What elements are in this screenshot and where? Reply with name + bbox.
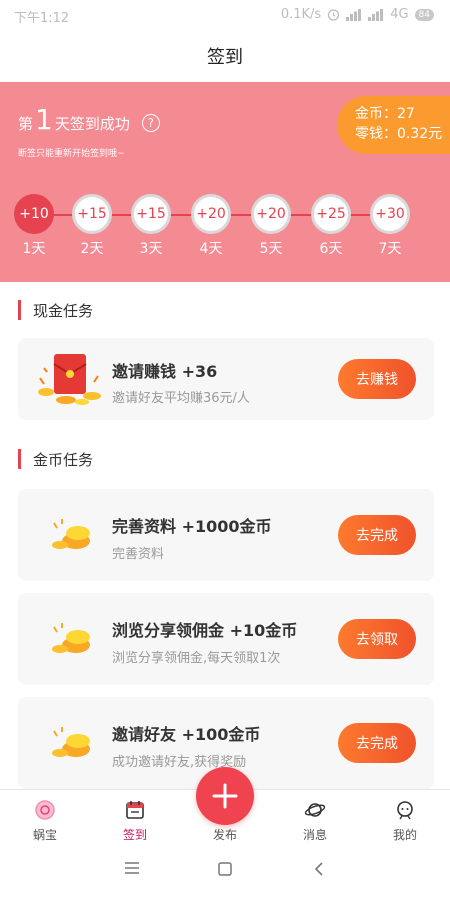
task-card-complete-profile: 完善资料 +1000金币 完善资料 去完成 <box>18 489 434 581</box>
gold-coins-icon <box>52 623 90 653</box>
task-title: 完善资料 +1000金币 <box>112 517 272 536</box>
day-bonus-circle: +20 <box>191 194 231 234</box>
section-title: 现金任务 <box>33 301 94 320</box>
task-subtitle: 完善资料 <box>112 547 165 562</box>
day-bonus-circle: +20 <box>251 194 291 234</box>
streak-days: 1 <box>35 103 53 136</box>
signal-icon <box>346 8 362 21</box>
day-item-5: +20 5天 <box>251 194 291 258</box>
day-label: 2天 <box>80 241 104 257</box>
status-right: 0.1K/s 4G 84 <box>281 7 434 22</box>
streak-text: 第 1 天签到成功 ? <box>18 106 160 134</box>
network-type: 4G <box>390 7 409 22</box>
status-time: 下午1:12 <box>14 11 70 26</box>
profile-icon <box>397 801 413 820</box>
task-title: 邀请好友 +100金币 <box>112 725 261 744</box>
day-label: 3天 <box>139 241 163 257</box>
invite-friends-button[interactable]: 去完成 <box>338 723 416 763</box>
day-bonus-circle: +30 <box>370 194 410 234</box>
home-icon[interactable] <box>217 861 233 877</box>
day-label: 1天 <box>22 241 46 257</box>
day-item-1: +10 1天 <box>14 194 54 258</box>
day-item-7: +30 7天 <box>370 194 410 258</box>
claim-button[interactable]: 去领取 <box>338 619 416 659</box>
signal-icon-2 <box>368 8 384 21</box>
day-item-2: +15 2天 <box>72 194 112 258</box>
tab-label: 签到 <box>122 828 147 842</box>
tab-mine[interactable]: 我的 <box>360 790 450 848</box>
section-heading-coins: 金币任务 <box>18 448 93 470</box>
day-label: 6天 <box>319 241 343 257</box>
sign-in-days: +10 1天 +15 2天 +15 3天 +20 4天 +20 5天 +25 6… <box>0 194 450 264</box>
day-label: 7天 <box>378 241 402 257</box>
tab-snail[interactable]: 蜗宝 <box>0 790 90 848</box>
red-envelope-icon <box>38 354 101 405</box>
balance-badge[interactable]: 金币：27 零钱：0.32元 <box>337 96 450 154</box>
help-icon[interactable]: ? <box>141 114 160 132</box>
alarm-icon <box>328 9 340 21</box>
tab-label: 我的 <box>392 828 417 842</box>
tab-label: 蜗宝 <box>32 828 57 842</box>
page-header: 签到 <box>0 30 450 82</box>
tab-label: 发布 <box>212 828 237 842</box>
day-item-4: +20 4天 <box>191 194 231 258</box>
day-bonus-circle: +10 <box>14 194 54 234</box>
gold-coins-icon <box>52 727 90 757</box>
day-bonus-circle: +25 <box>311 194 351 234</box>
earn-money-button[interactable]: 去赚钱 <box>338 359 416 399</box>
calendar-icon <box>126 801 144 819</box>
change-balance: 零钱：0.32元 <box>355 126 443 142</box>
task-card-browse-share: 浏览分享领佣金 +10金币 浏览分享领佣金,每天领取1次 去领取 <box>18 593 434 685</box>
day-bonus-circle: +15 <box>131 194 171 234</box>
system-nav-bar <box>0 847 450 900</box>
snail-icon <box>35 800 55 820</box>
streak-suffix: 天签到成功 <box>54 115 130 133</box>
tab-messages[interactable]: 消息 <box>270 790 360 848</box>
battery-icon: 84 <box>414 8 434 21</box>
publish-button[interactable] <box>196 767 254 825</box>
planet-icon <box>304 803 326 817</box>
task-title: 邀请赚钱 +36 <box>112 362 218 381</box>
section-title: 金币任务 <box>33 450 94 469</box>
task-title: 浏览分享领佣金 +10金币 <box>112 621 298 640</box>
streak-hint: 断签只能重新开始签到哦~ <box>18 149 125 159</box>
sign-in-banner: 第 1 天签到成功 ? 断签只能重新开始签到哦~ 金币：27 零钱：0.32元 … <box>0 82 450 282</box>
back-icon[interactable] <box>313 861 325 877</box>
streak-prefix: 第 <box>18 115 34 133</box>
day-label: 4天 <box>199 241 223 257</box>
day-label: 5天 <box>259 241 283 257</box>
task-subtitle: 浏览分享领佣金,每天领取1次 <box>112 651 281 666</box>
tab-sign-in[interactable]: 签到 <box>90 790 180 848</box>
complete-profile-button[interactable]: 去完成 <box>338 515 416 555</box>
menu-icon[interactable] <box>124 861 140 875</box>
section-heading-cash: 现金任务 <box>18 299 93 321</box>
plus-icon <box>212 783 238 809</box>
coin-balance: 金币：27 <box>355 106 415 122</box>
gold-coins-icon <box>52 519 90 549</box>
day-item-3: +15 3天 <box>131 194 171 258</box>
day-bonus-circle: +15 <box>72 194 112 234</box>
page-title: 签到 <box>207 47 243 68</box>
status-bar: 下午1:12 0.1K/s 4G 84 <box>0 0 450 30</box>
tab-label: 消息 <box>302 828 327 842</box>
task-subtitle: 邀请好友平均赚36元/人 <box>112 391 250 406</box>
day-item-6: +25 6天 <box>311 194 351 258</box>
network-speed: 0.1K/s <box>280 7 322 22</box>
task-card-invite-cash: 邀请赚钱 +36 邀请好友平均赚36元/人 去赚钱 <box>18 338 434 420</box>
